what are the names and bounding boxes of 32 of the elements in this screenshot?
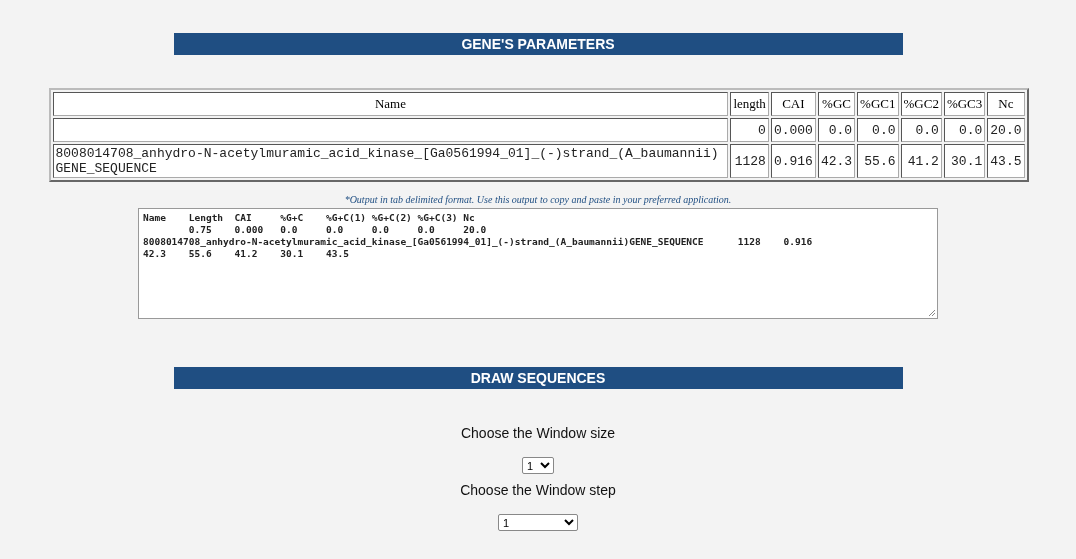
window-select[interactable]: 1 — [498, 514, 578, 531]
column-header: CAI — [770, 92, 816, 116]
table-cell: 0.0 — [857, 118, 899, 142]
output-textarea[interactable]: Name Length CAI %G+C %G+C(1) %G+C(2) %G+C(3) Nc 0.75 0.000 0.0 0.0 0.0 0.0 20.0 8008014708_anhydro-N-acetylmuramic_acid_kinase_[Ga0561994_01]_(-)strand_(A_baumannii)GENE_SEQUENCE 1128 0.916 42.3 55.6 41.2 30.1 43.5 — [138, 208, 938, 319]
table-cell: 0.0 — [900, 118, 942, 142]
column-header: %GC2 — [900, 92, 942, 116]
table-cell: 0.000 — [770, 118, 816, 142]
column-header: Nc — [987, 92, 1025, 116]
table-cell: 0 — [730, 118, 769, 142]
table-cell: 1128 — [730, 144, 769, 178]
column-header: %GC3 — [943, 92, 986, 116]
table-cell: 43.5 — [987, 144, 1025, 178]
table-cell: 55.6 — [857, 144, 899, 178]
output-note: *Output in tab delimited format. Use this output to copy and paste in your preferred application. — [344, 194, 732, 205]
table-cell: 41.2 — [900, 144, 942, 178]
column-header: length — [730, 92, 769, 116]
section-header: DRAW SEQUENCES — [173, 367, 903, 389]
table-cell: 0.916 — [770, 144, 816, 178]
table-cell: 8008014708_anhydro-N-acetylmuramic_acid_kinase_[Ga0561994_01]_(-)strand_(A_baumannii)GENE_SEQUENCE — [52, 144, 729, 178]
section-header: GENE'S PARAMETERS — [173, 33, 903, 55]
column-header: %GC1 — [857, 92, 899, 116]
table-cell: 0.0 — [817, 118, 856, 142]
column-header: %GC — [817, 92, 856, 116]
table-cell: 20.0 — [987, 118, 1025, 142]
resize-grip-icon[interactable] — [928, 309, 936, 317]
field-label: Choose the Window size — [460, 425, 616, 441]
table-cell: 0.0 — [943, 118, 986, 142]
column-header: Name — [52, 92, 729, 116]
field-label: Choose the Window step — [460, 482, 616, 498]
table-cell: 30.1 — [943, 144, 986, 178]
table-cell: 42.3 — [817, 144, 856, 178]
window-select[interactable]: 1 — [522, 457, 554, 474]
